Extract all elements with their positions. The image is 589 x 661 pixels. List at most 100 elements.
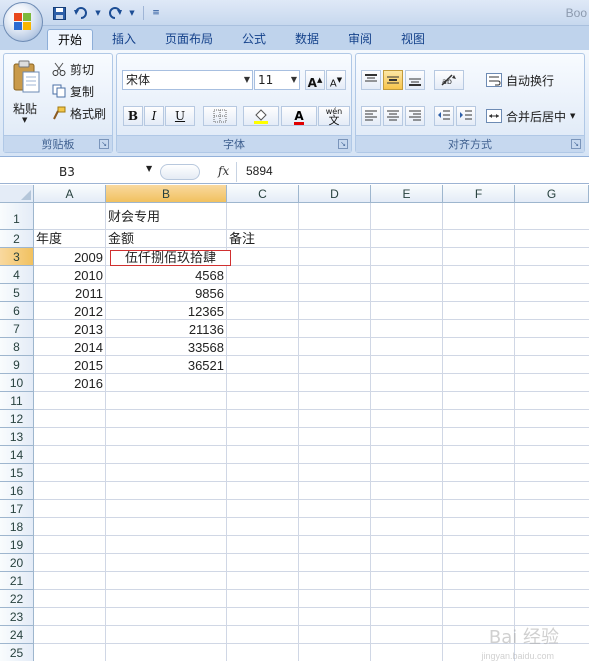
row-header-15[interactable]: 15 [0, 464, 34, 482]
formula-input[interactable]: 5894 [236, 162, 589, 182]
row-header-21[interactable]: 21 [0, 572, 34, 590]
underline-button[interactable]: U [165, 106, 195, 126]
undo-dropdown-icon[interactable]: ▼ [94, 4, 102, 22]
align-middle-button[interactable] [383, 70, 403, 90]
cut-button[interactable]: 剪切 [52, 59, 94, 79]
align-right-button[interactable] [405, 106, 425, 126]
row-header-20[interactable]: 20 [0, 554, 34, 572]
cell-b1[interactable]: 财会专用 [108, 206, 160, 230]
orientation-button[interactable]: ab [434, 70, 464, 90]
tab-data[interactable]: 数据 [285, 29, 329, 50]
office-button[interactable] [3, 2, 43, 42]
italic-button[interactable]: I [144, 106, 164, 126]
row-header-19[interactable]: 19 [0, 536, 34, 554]
format-painter-button[interactable]: 格式刷 [52, 103, 106, 123]
name-box-dropdown-icon[interactable]: ▼ [146, 164, 152, 173]
name-box[interactable]: B3 [2, 162, 156, 182]
row-header-11[interactable]: 11 [0, 392, 34, 410]
cell-a10[interactable]: 2016 [34, 375, 103, 393]
row-header-16[interactable]: 16 [0, 482, 34, 500]
column-header-g[interactable]: G [515, 185, 589, 203]
font-launcher-icon[interactable]: ↘ [338, 139, 348, 149]
row-header-5[interactable]: 5 [0, 284, 34, 302]
row-header-10[interactable]: 10 [0, 374, 34, 392]
wrap-text-button[interactable]: 自动换行 [486, 70, 554, 90]
font-size-select[interactable]: 11 ▼ [254, 70, 300, 90]
cell-a3[interactable]: 2009 [34, 249, 103, 267]
font-color-button[interactable]: A [281, 106, 317, 126]
tab-formulas[interactable]: 公式 [232, 29, 276, 50]
tab-view[interactable]: 视图 [391, 29, 435, 50]
bold-button[interactable]: B [123, 106, 143, 126]
row-header-17[interactable]: 17 [0, 500, 34, 518]
redo-dropdown-icon[interactable]: ▼ [128, 4, 136, 22]
tab-insert[interactable]: 插入 [102, 29, 146, 50]
insert-function-icon[interactable]: fx [218, 164, 229, 178]
row-header-8[interactable]: 8 [0, 338, 34, 356]
customize-icon[interactable]: ≡ [151, 4, 161, 22]
select-all-corner[interactable] [0, 185, 34, 203]
cell-a4[interactable]: 2010 [34, 267, 103, 285]
cell-b2[interactable]: 金额 [108, 231, 134, 249]
shrink-font-button[interactable]: A▼ [326, 70, 346, 90]
tab-review[interactable]: 审阅 [338, 29, 382, 50]
row-header-23[interactable]: 23 [0, 608, 34, 626]
row-header-4[interactable]: 4 [0, 266, 34, 284]
clipboard-launcher-icon[interactable]: ↘ [99, 139, 109, 149]
cell-b9[interactable]: 36521 [106, 357, 224, 375]
tab-home[interactable]: 开始 [47, 29, 94, 50]
cell-a8[interactable]: 2014 [34, 339, 103, 357]
column-header-b[interactable]: B [106, 185, 227, 203]
align-bottom-button[interactable] [405, 70, 425, 90]
cell-b4[interactable]: 4568 [106, 267, 224, 285]
merge-center-button[interactable]: 合并后居中 ▼ [486, 106, 575, 126]
cell-c2[interactable]: 备注 [229, 231, 255, 249]
row-header-25[interactable]: 25 [0, 644, 34, 661]
column-header-e[interactable]: E [371, 185, 443, 203]
redo-icon[interactable] [106, 4, 124, 22]
increase-indent-button[interactable] [456, 106, 476, 126]
cell-a6[interactable]: 2012 [34, 303, 103, 321]
copy-button[interactable]: 复制 [52, 81, 94, 101]
grow-font-button[interactable]: A▲ [305, 70, 325, 90]
fill-color-button[interactable] [243, 106, 279, 126]
cell-a7[interactable]: 2013 [34, 321, 103, 339]
align-top-button[interactable] [361, 70, 381, 90]
save-icon[interactable] [50, 4, 68, 22]
decrease-indent-button[interactable] [434, 106, 454, 126]
row-header-22[interactable]: 22 [0, 590, 34, 608]
row-header-7[interactable]: 7 [0, 320, 34, 338]
row-header-14[interactable]: 14 [0, 446, 34, 464]
cell-b3-selected[interactable]: 伍仟捌佰玖拾肆 [110, 250, 231, 266]
undo-icon[interactable] [72, 4, 90, 22]
phonetic-button[interactable]: wén 文 [318, 106, 350, 126]
align-left-button[interactable] [361, 106, 381, 126]
align-center-button[interactable] [383, 106, 403, 126]
column-header-f[interactable]: F [443, 185, 515, 203]
column-header-c[interactable]: C [227, 185, 299, 203]
column-header-a[interactable]: A [34, 185, 106, 203]
row-header-3[interactable]: 3 [0, 248, 34, 266]
row-header-24[interactable]: 24 [0, 626, 34, 644]
cell-b6[interactable]: 12365 [106, 303, 224, 321]
alignment-launcher-icon[interactable]: ↘ [571, 139, 581, 149]
row-header-2[interactable]: 2 [0, 230, 34, 248]
row-header-1[interactable]: 1 [0, 203, 34, 230]
font-name-select[interactable]: 宋体 ▼ [122, 70, 253, 90]
row-header-9[interactable]: 9 [0, 356, 34, 374]
column-header-d[interactable]: D [299, 185, 371, 203]
cell-b8[interactable]: 33568 [106, 339, 224, 357]
tab-page-layout[interactable]: 页面布局 [155, 29, 223, 50]
row-header-12[interactable]: 12 [0, 410, 34, 428]
borders-button[interactable] [203, 106, 237, 126]
row-header-18[interactable]: 18 [0, 518, 34, 536]
cell-a2[interactable]: 年度 [36, 231, 62, 249]
cell-a5[interactable]: 2011 [34, 285, 103, 303]
paste-label: 粘贴 [13, 102, 38, 116]
row-header-6[interactable]: 6 [0, 302, 34, 320]
cell-b5[interactable]: 9856 [106, 285, 224, 303]
cell-b7[interactable]: 21136 [106, 321, 224, 339]
paste-button[interactable]: 粘贴 ▼ [10, 58, 44, 128]
row-header-13[interactable]: 13 [0, 428, 34, 446]
cell-a9[interactable]: 2015 [34, 357, 103, 375]
